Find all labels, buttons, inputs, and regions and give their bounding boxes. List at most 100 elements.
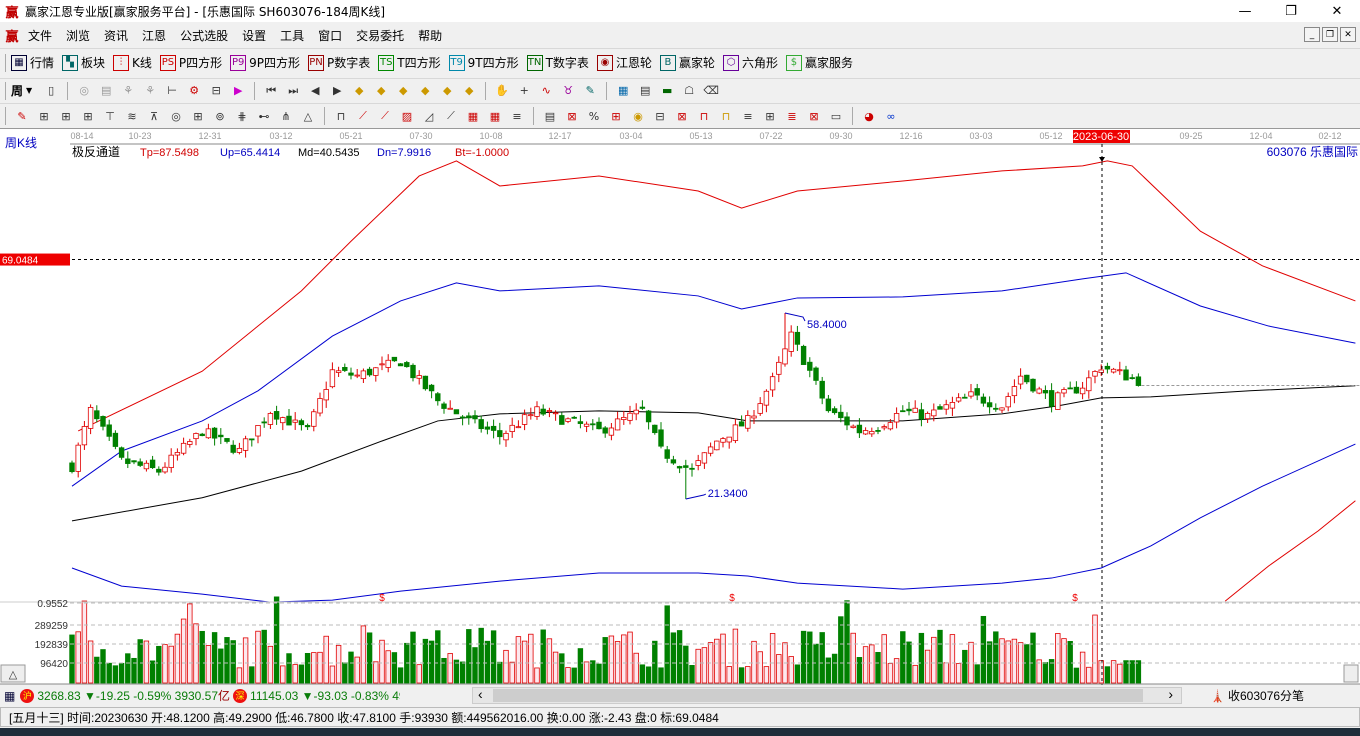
kline-chart[interactable]: 08-14 10-23 12-31 03-12 05-21 07-30 10-08 12-17… — [0, 128, 1360, 685]
chart-canvas[interactable]: 08-14 10-23 12-31 03-12 05-21 07-30 10-08 12-17… — [0, 129, 1360, 685]
next-icon[interactable]: ▶ — [328, 82, 346, 100]
last-icon[interactable]: ⏭ — [284, 82, 302, 100]
toolbar-button-6[interactable]: TS T四方形 — [378, 54, 441, 71]
toolbar-button-7[interactable]: T9 9T四方形 — [448, 54, 519, 71]
menu-item-0[interactable]: 文件 — [21, 27, 59, 44]
gate2-icon[interactable]: ⊓ — [717, 107, 735, 125]
hatch-icon[interactable]: ▨ — [398, 107, 416, 125]
toolbar-button-8[interactable]: TN T数字表 — [526, 54, 589, 71]
lines-icon[interactable]: ≡ — [508, 107, 526, 125]
toolbar-button-2[interactable]: ⫶ K线 — [113, 54, 152, 71]
diamond6-icon[interactable]: ◆ — [460, 82, 478, 100]
quote-table-icon[interactable]: ▦ — [4, 689, 15, 703]
tri-icon[interactable]: ⊼ — [145, 107, 163, 125]
diamond4-icon[interactable]: ◆ — [416, 82, 434, 100]
diamond5-icon[interactable]: ◆ — [438, 82, 456, 100]
toolbar-button-10[interactable]: B 赢家轮 — [659, 54, 715, 71]
minimize-button[interactable]: — — [1222, 0, 1268, 22]
toolbar-button-1[interactable]: ▚ 板块 — [62, 54, 105, 71]
period-select[interactable]: 周 ▼ — [11, 82, 32, 99]
triangle-icon[interactable]: △ — [299, 107, 317, 125]
calendar-icon[interactable]: ▦ — [614, 82, 632, 100]
fork-icon[interactable]: ⊤ — [101, 107, 119, 125]
doc-icon[interactable]: ▤ — [97, 82, 115, 100]
spiral-icon[interactable]: ⊚ — [211, 107, 229, 125]
maximize-button[interactable]: ❐ — [1268, 0, 1314, 22]
crosshair-icon[interactable]: + — [515, 82, 533, 100]
toolbar-button-5[interactable]: PN P数字表 — [308, 54, 370, 71]
hash-icon[interactable]: ⋕ — [233, 107, 251, 125]
play-icon[interactable]: ▶ — [229, 82, 247, 100]
compare-icon[interactable]: ⊟ — [207, 82, 225, 100]
hand-icon[interactable]: ✋ — [493, 82, 511, 100]
mdi-close-button[interactable]: ✕ — [1340, 27, 1356, 42]
chart2-icon[interactable]: ⊞ — [607, 107, 625, 125]
fib-icon[interactable]: ⊠ — [673, 107, 691, 125]
scroll-left-button[interactable]: ‹ — [478, 686, 483, 702]
menu-item-1[interactable]: 浏览 — [59, 27, 97, 44]
report-icon[interactable]: ▤ — [636, 82, 654, 100]
tool-icon[interactable]: ⚙ — [185, 82, 203, 100]
pen-icon[interactable]: ✎ — [13, 107, 31, 125]
scroll-right-button[interactable]: › — [1168, 686, 1173, 702]
menu-item-2[interactable]: 资讯 — [97, 27, 135, 44]
color-icon[interactable]: ◕ — [860, 107, 878, 125]
tick-data-label[interactable]: 收603076分笔 — [1228, 687, 1304, 704]
x-icon[interactable]: ⊠ — [805, 107, 823, 125]
table2-icon[interactable]: ▤ — [541, 107, 559, 125]
indicator-icon[interactable]: ⊢ — [163, 82, 181, 100]
line2-icon[interactable]: ⟋ — [442, 107, 460, 125]
circle-icon[interactable]: ◎ — [167, 107, 185, 125]
first-icon[interactable]: ⏮ — [262, 82, 280, 100]
wave-icon[interactable]: ≋ — [123, 107, 141, 125]
menu-item-7[interactable]: 窗口 — [311, 27, 349, 44]
toolbar-button-12[interactable]: $ 赢家服务 — [785, 54, 853, 71]
grid-icon[interactable]: ⊞ — [35, 107, 53, 125]
grid2-icon[interactable]: ⊞ — [57, 107, 75, 125]
erase-icon[interactable]: ⌫ — [702, 82, 720, 100]
diamond1-icon[interactable]: ◆ — [350, 82, 368, 100]
box2-icon[interactable]: ⊠ — [563, 107, 581, 125]
menu-item-9[interactable]: 帮助 — [411, 27, 449, 44]
diamond3-icon[interactable]: ◆ — [394, 82, 412, 100]
gate-icon[interactable]: ⊓ — [695, 107, 713, 125]
shanghai-index[interactable]: 3268.83 ▼-19.25 -0.59% 3930.57 — [37, 689, 218, 703]
toolbar-button-9[interactable]: ◉ 江恩轮 — [596, 54, 652, 71]
shenzhen-index[interactable]: 11145.03 ▼-93.03 -0.83% 4970.20 — [250, 689, 400, 703]
stack-icon[interactable]: ≡ — [739, 107, 757, 125]
mdi-restore-button[interactable]: ❐ — [1322, 27, 1338, 42]
pattern-icon[interactable]: ⚘ — [119, 82, 137, 100]
bar-icon[interactable]: ▬ — [658, 82, 676, 100]
draw-icon[interactable]: ✎ — [581, 82, 599, 100]
symbol-icon[interactable]: ♉ — [559, 82, 577, 100]
print-icon[interactable]: ☖ — [680, 82, 698, 100]
toolbar-button-11[interactable]: ⬡ 六角形 — [722, 54, 778, 71]
fork2-icon[interactable]: ⋔ — [277, 107, 295, 125]
rect-icon[interactable]: ⊓ — [332, 107, 350, 125]
toolbar-button-4[interactable]: P9 9P四方形 — [230, 54, 300, 71]
percent-icon[interactable]: % — [585, 107, 603, 125]
menu-item-8[interactable]: 交易委托 — [349, 27, 411, 44]
toolbar-button-0[interactable]: ▦ 行情 — [11, 54, 54, 71]
menu-item-3[interactable]: 江恩 — [135, 27, 173, 44]
line-icon[interactable]: ∿ — [537, 82, 555, 100]
sum-icon[interactable]: ⊟ — [651, 107, 669, 125]
box-icon[interactable]: ⊞ — [189, 107, 207, 125]
zoom-icon[interactable]: ◎ — [75, 82, 93, 100]
fan-icon[interactable]: ⊷ — [255, 107, 273, 125]
ticker-scrollbar[interactable]: ‹ › — [472, 686, 1182, 704]
menu-item-4[interactable]: 公式选股 — [173, 27, 235, 44]
ray2-icon[interactable]: ⟋ — [376, 107, 394, 125]
menu-item-5[interactable]: 设置 — [235, 27, 273, 44]
eye-icon[interactable]: ◉ — [629, 107, 647, 125]
ray-icon[interactable]: ⟋ — [354, 107, 372, 125]
close-button[interactable]: ✕ — [1314, 0, 1360, 22]
list-icon[interactable]: ≣ — [783, 107, 801, 125]
corner-icon[interactable]: ◿ — [420, 107, 438, 125]
infinity-icon[interactable]: ∞ — [882, 107, 900, 125]
toolbar-button-3[interactable]: PS P四方形 — [159, 54, 222, 71]
menu-item-6[interactable]: 工具 — [273, 27, 311, 44]
pattern2-icon[interactable]: ⚘ — [141, 82, 159, 100]
prev-icon[interactable]: ◀ — [306, 82, 324, 100]
mat2-icon[interactable]: ▦ — [486, 107, 504, 125]
